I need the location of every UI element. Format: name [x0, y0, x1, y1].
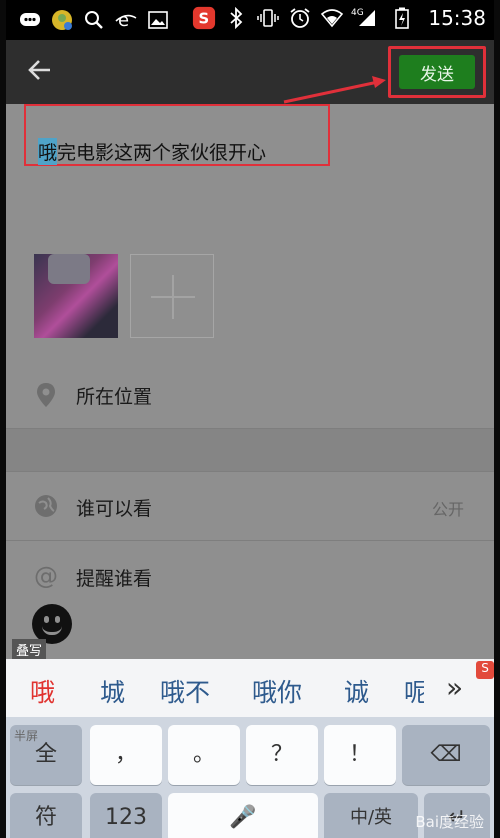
globe-icon: [34, 494, 58, 518]
add-photo-button[interactable]: [130, 254, 214, 338]
fullscreen-key[interactable]: 半屏 全: [10, 725, 82, 785]
location-label: 所在位置: [76, 386, 153, 408]
emoji-icon[interactable]: [32, 604, 72, 644]
photo-thumbnail[interactable]: [34, 254, 118, 338]
location-row[interactable]: 所在位置: [6, 362, 494, 426]
visibility-row[interactable]: 谁可以看 公开: [6, 474, 494, 538]
location-pin-icon: [34, 382, 58, 407]
ime-candidate-bar: 哦 城 哦不 哦你 诚 呢 » S: [6, 659, 494, 717]
post-composer: 看完电影这两个家伙很开心哦 所在位置 谁可以看 公开 @ 提醒谁看: [6, 104, 494, 659]
post-text-main: 看完电影这两个家伙很开心: [38, 142, 267, 164]
blurred-face: [48, 254, 90, 284]
symbol-key[interactable]: 符: [10, 793, 82, 838]
key-sub-label: 半屏: [14, 729, 39, 743]
mention-label: 提醒谁看: [76, 568, 153, 590]
phone-screen: e S 4G 15:38 发送 看完电影这两个家伙很开心 哦 所在位置 谁可以看…: [6, 0, 494, 838]
number-key[interactable]: 123: [90, 793, 162, 838]
keyboard: 半屏 全 ， 。 ？ ！ ⌫ 符 123 🎤 中/英 ↵ Bai度经验: [6, 717, 494, 838]
candidate-item[interactable]: 哦不: [160, 673, 210, 709]
candidate-item[interactable]: 哦你: [252, 673, 302, 709]
comma-key[interactable]: ，: [90, 725, 162, 785]
watermark: Bai度经验: [415, 813, 484, 831]
voice-key[interactable]: 🎤: [168, 793, 318, 838]
candidate-item[interactable]: 呢: [404, 673, 424, 709]
post-text-highlight: 哦: [38, 138, 58, 165]
lang-switch-key[interactable]: 中/英: [324, 793, 418, 838]
more-candidates-icon[interactable]: »: [446, 671, 463, 704]
period-key[interactable]: 。: [168, 725, 240, 785]
candidate-item[interactable]: 诚: [344, 673, 369, 709]
divider: [6, 471, 494, 472]
post-text-input[interactable]: 看完电影这两个家伙很开心哦: [24, 104, 330, 166]
exclamation-key[interactable]: ！: [324, 725, 396, 785]
visibility-label: 谁可以看: [76, 498, 153, 520]
sogou-brand-icon: S: [476, 661, 494, 679]
candidate-item[interactable]: 城: [100, 673, 125, 709]
divider: [6, 540, 494, 541]
at-icon: @: [34, 562, 58, 590]
section-gap: [6, 429, 494, 471]
question-key[interactable]: ？: [246, 725, 318, 785]
candidate-item[interactable]: 哦: [30, 673, 55, 709]
backspace-key[interactable]: ⌫: [402, 725, 490, 785]
ime-mode-label: 叠写: [12, 639, 47, 660]
visibility-value: 公开: [431, 500, 464, 519]
mention-row[interactable]: @ 提醒谁看: [6, 544, 494, 608]
